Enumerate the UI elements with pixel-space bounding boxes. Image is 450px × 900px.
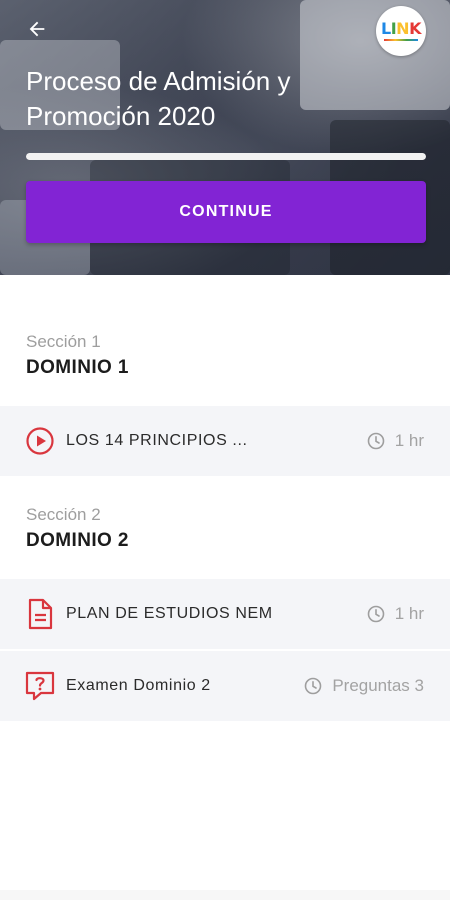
document-icon [24,598,56,630]
section-2-label: Sección 2 [26,505,101,524]
clock-icon [304,677,322,695]
lesson-question-count-text: Preguntas 3 [332,676,424,695]
clock-icon [367,432,385,450]
course-title: Proceso de Admisión y Promoción 2020 [26,66,291,131]
logo-text: LINK [381,19,421,38]
course-progress-fill [26,153,426,160]
lesson-row[interactable]: Examen Dominio 2 Preguntas 3 [0,651,450,721]
course-header: LINK Proceso de Admisión y Promoción 202… [0,0,450,275]
section-2-title: DOMINIO 2 [26,530,129,551]
course-progress-bar [26,153,426,160]
brand-logo: LINK [376,6,426,56]
lesson-title: LOS 14 PRINCIPIOS ... [66,432,248,449]
lesson-title: PLAN DE ESTUDIOS NEM [66,605,273,622]
lesson-row[interactable]: PLAN DE ESTUDIOS NEM 1 hr [0,579,450,649]
play-circle-icon [24,425,56,457]
continue-button[interactable]: CONTINUE [26,181,426,243]
lesson-duration: 1 hr [367,604,424,624]
lesson-title: Examen Dominio 2 [66,677,211,694]
lesson-duration-text: 1 hr [394,604,424,623]
clock-icon [367,605,385,623]
back-button[interactable] [22,14,52,44]
logo-underline [384,39,418,41]
lesson-duration-text: 1 hr [394,431,424,450]
lesson-question-count: Preguntas 3 [304,676,424,696]
lesson-duration: 1 hr [367,431,424,451]
lesson-row[interactable]: LOS 14 PRINCIPIOS ... 1 hr [0,406,450,476]
bottom-divider [0,890,450,900]
section-1-title: DOMINIO 1 [26,357,129,378]
section-1-label: Sección 1 [26,332,101,351]
arrow-left-icon [29,21,45,37]
question-bubble-icon [24,670,56,702]
